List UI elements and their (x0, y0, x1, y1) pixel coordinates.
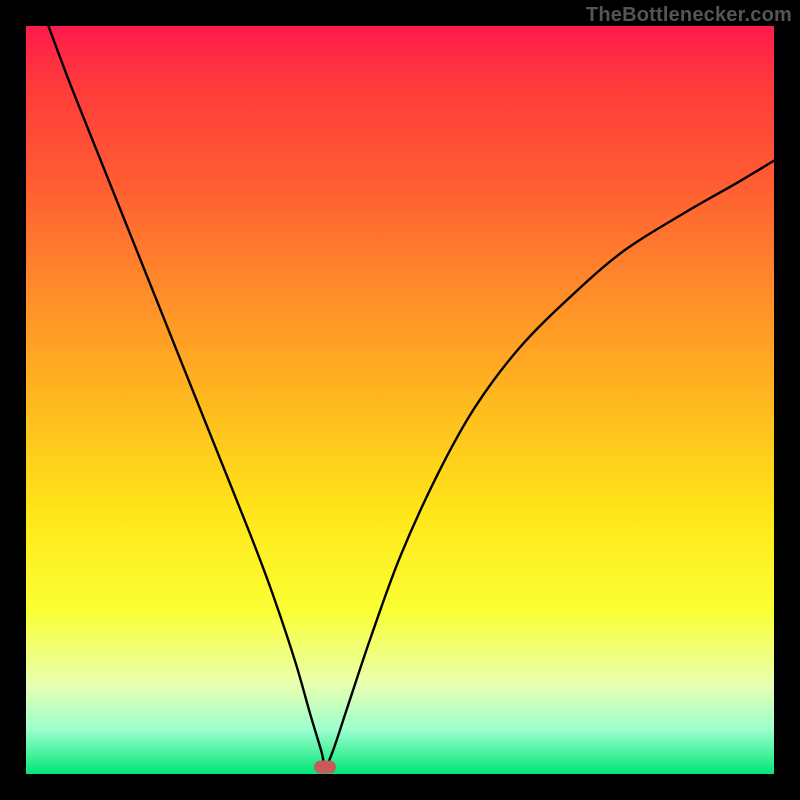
chart-frame: TheBottlenecker.com (0, 0, 800, 800)
vertex-marker (314, 760, 336, 773)
plot-area (26, 26, 774, 774)
watermark-text: TheBottlenecker.com (586, 4, 792, 27)
